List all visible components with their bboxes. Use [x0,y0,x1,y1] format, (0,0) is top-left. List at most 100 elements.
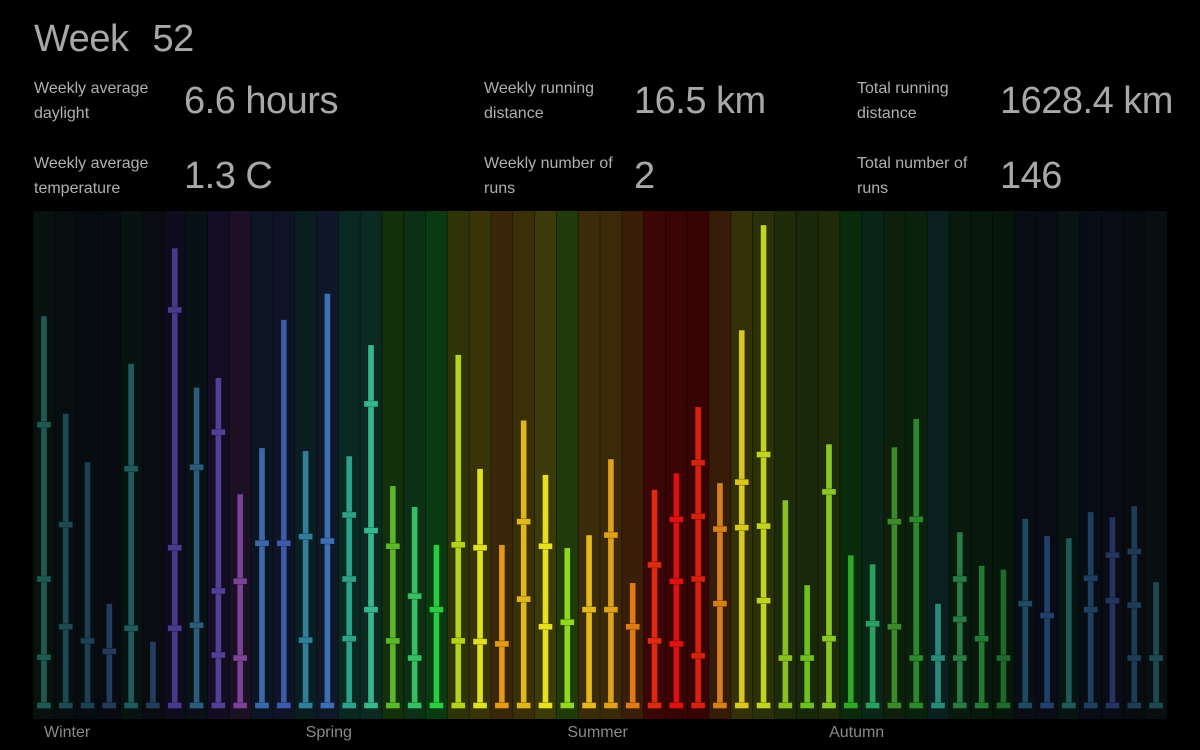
run-tick [1148,654,1164,662]
run-tick [843,702,859,709]
run-tick [734,524,750,531]
run-tick [341,575,357,583]
run-tick [1017,702,1033,709]
week-bar [193,387,200,708]
run-tick [1083,606,1098,613]
run-tick [385,702,401,709]
run-tick [276,702,292,709]
run-tick [320,537,335,545]
run-tick [581,606,597,613]
run-tick [974,635,989,642]
run-tick [167,702,183,709]
season-label-autumn: Autumn [829,724,885,741]
run-tick [1126,548,1142,555]
run-tick [712,702,728,709]
run-tick [1126,702,1142,709]
run-tick [690,459,706,467]
run-tick [559,618,575,626]
week-bar [411,506,418,708]
run-tick [102,702,117,709]
run-tick [647,561,662,569]
week-bar [651,489,658,708]
run-tick [952,702,968,709]
run-tick [407,654,422,662]
week-bar [1043,535,1051,708]
run-tick [581,702,597,709]
week-bar [454,354,462,708]
run-tick [538,702,553,709]
run-tick [1105,597,1120,604]
run-tick [1126,601,1142,609]
season-label-spring: Spring [305,724,352,741]
week-bar [1152,581,1160,708]
run-tick [232,654,248,662]
run-tick [625,702,641,709]
week-bar [62,413,70,708]
season-label-summer: Summer [567,724,628,741]
run-tick [756,702,771,709]
run-tick [778,654,793,662]
run-tick [58,623,74,631]
run-tick [494,702,510,709]
week-bar [106,603,113,708]
run-tick [472,544,488,552]
run-tick [799,654,815,662]
week-bar [171,247,179,708]
run-tick [538,623,553,631]
weekly-runs-chart [32,211,1167,719]
run-tick [516,595,531,603]
run-tick [189,621,204,629]
run-tick [189,702,204,709]
run-tick [80,702,95,709]
week-bar [498,544,506,708]
run-tick [211,651,226,659]
week-bar [869,563,876,708]
run-tick [712,525,728,533]
run-tick [647,637,662,645]
run-tick [320,702,335,709]
week-bar [782,499,789,708]
run-tick [756,451,771,458]
week-bar [1000,569,1007,708]
run-tick [123,702,139,709]
run-tick [516,702,531,709]
run-tick [363,702,379,709]
run-tick [887,518,902,525]
run-tick [996,654,1011,662]
run-tick [407,702,422,709]
week-bar [367,344,375,708]
run-tick [363,400,379,408]
run-tick [1105,551,1120,559]
run-tick [58,702,74,709]
run-tick [1017,600,1033,607]
run-tick [385,542,401,550]
run-tick [167,544,183,552]
run-tick [298,533,313,540]
run-tick [363,527,379,534]
week-bar [280,319,288,708]
week-bar [585,534,593,708]
run-tick [603,531,619,539]
run-tick [669,640,684,648]
run-tick [232,577,248,585]
run-tick [450,702,466,709]
run-tick [952,615,968,623]
week-bar [891,446,898,708]
week-bar [40,315,48,708]
run-tick [298,636,313,644]
week-bar [476,468,484,708]
run-tick [887,623,902,631]
run-tick [450,541,466,549]
run-tick [865,620,880,628]
run-tick [1148,702,1164,709]
week-bar [1109,516,1116,708]
week-bar [324,293,331,708]
run-tick [123,624,139,632]
run-tick [712,600,728,607]
week-bar [1065,537,1073,708]
week-bar [302,450,309,708]
run-tick [36,702,52,709]
run-tick [865,702,880,709]
run-tick [123,465,139,473]
run-tick [821,635,837,642]
